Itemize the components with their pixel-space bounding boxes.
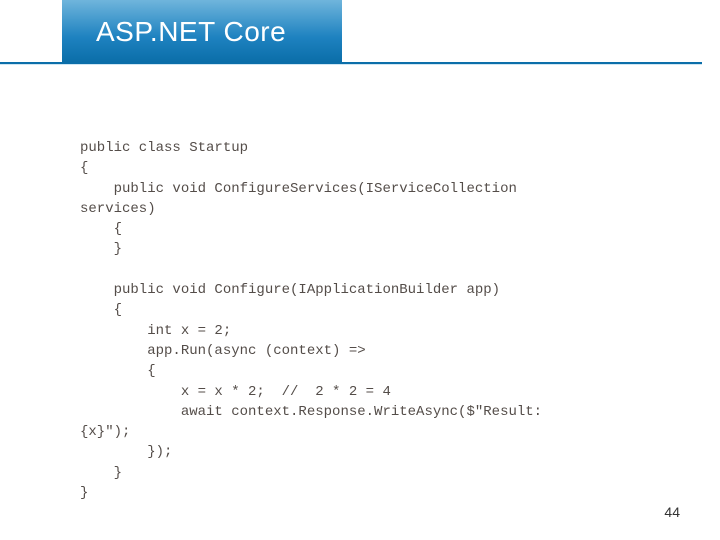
page-title: ASP.NET Core: [96, 16, 286, 48]
slide-header: ASP.NET Core: [0, 0, 720, 64]
slide: ASP.NET Core public class Startup { publ…: [0, 0, 720, 540]
header-rule-thin: [0, 64, 702, 65]
code-block: public class Startup { public void Confi…: [80, 138, 640, 503]
page-number: 44: [664, 504, 680, 520]
